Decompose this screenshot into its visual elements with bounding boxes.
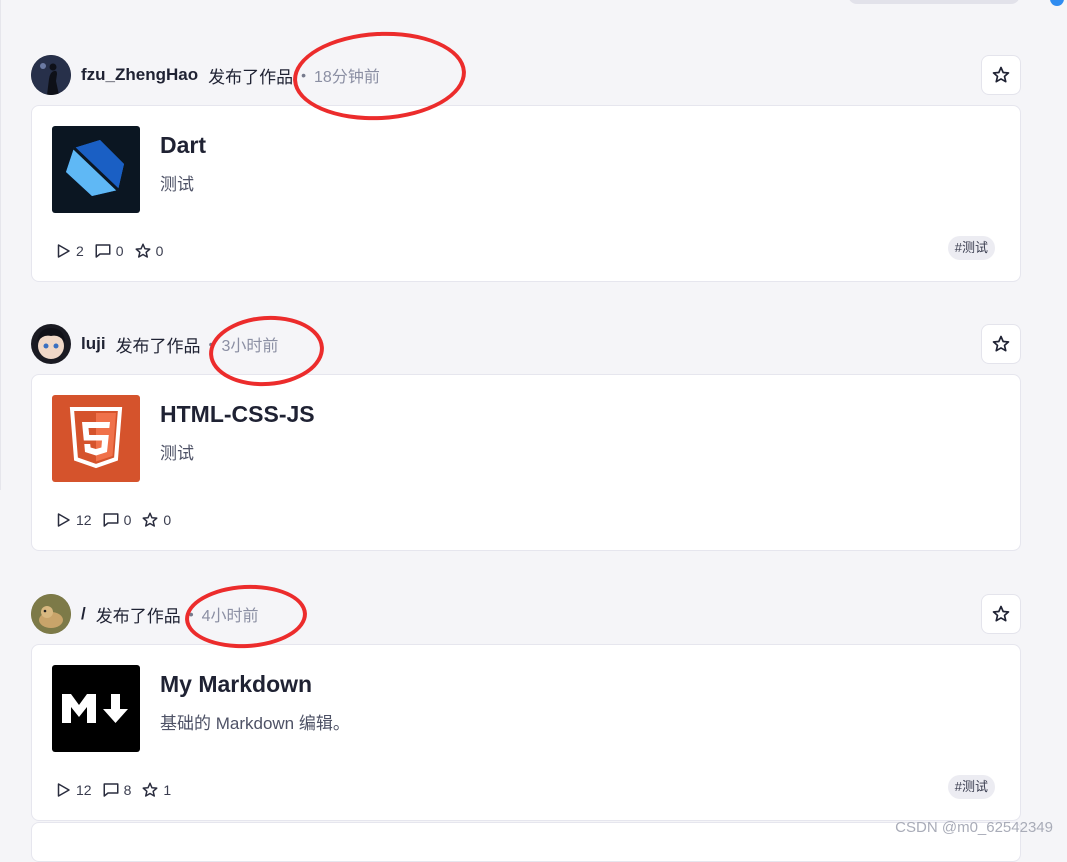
star-icon bbox=[142, 782, 158, 797]
star-count-value: 1 bbox=[163, 782, 172, 798]
feed-item: luji 发布了作品 • 3小时前 HTML-CSS-JS 测试 12 0 0 bbox=[31, 324, 1021, 551]
project-stats: 12 0 0 bbox=[54, 511, 181, 529]
star-count-value: 0 bbox=[163, 512, 172, 528]
comment-icon bbox=[95, 244, 111, 258]
post-time: 4小时前 bbox=[201, 608, 259, 625]
star-count[interactable]: 0 bbox=[134, 242, 164, 260]
top-avatar-edge[interactable] bbox=[1050, 0, 1064, 6]
play-icon bbox=[57, 783, 70, 797]
favorite-button[interactable] bbox=[981, 55, 1021, 95]
avatar[interactable] bbox=[31, 324, 71, 364]
divider bbox=[0, 0, 1, 490]
markdown-logo bbox=[52, 665, 140, 752]
comment-icon bbox=[103, 783, 119, 797]
comment-icon bbox=[103, 513, 119, 527]
play-icon bbox=[57, 244, 70, 258]
action-text: 发布了作品 bbox=[115, 336, 201, 356]
author-name[interactable]: luji bbox=[81, 334, 106, 354]
project-card[interactable] bbox=[31, 822, 1021, 862]
project-tag[interactable]: #测试 bbox=[947, 236, 995, 260]
action-text: 发布了作品 bbox=[208, 67, 294, 87]
comment-count-value: 0 bbox=[115, 243, 124, 259]
project-title[interactable]: My Markdown bbox=[160, 671, 312, 698]
feed-item-header: fzu_ZhengHao 发布了作品 • 18分钟前 bbox=[31, 55, 1021, 95]
play-count[interactable]: 2 bbox=[54, 242, 84, 260]
feed-item: fzu_ZhengHao 发布了作品 • 18分钟前 Dart 测试 2 0 0… bbox=[31, 55, 1021, 282]
feed-item-header: / 发布了作品 • 4小时前 bbox=[31, 594, 1021, 634]
project-card[interactable]: My Markdown 基础的 Markdown 编辑。 12 8 1 #测试 bbox=[31, 644, 1021, 821]
feed-item-header: luji 发布了作品 • 3小时前 bbox=[31, 324, 1021, 364]
star-icon bbox=[142, 512, 158, 527]
favorite-button[interactable] bbox=[981, 594, 1021, 634]
post-time: 3小时前 bbox=[221, 338, 279, 355]
separator-dot: • bbox=[188, 606, 194, 622]
play-count-value: 12 bbox=[76, 782, 92, 798]
comment-count[interactable]: 0 bbox=[94, 242, 124, 260]
play-icon bbox=[57, 513, 70, 527]
post-time: 18分钟前 bbox=[314, 69, 380, 86]
project-tag[interactable]: #测试 bbox=[947, 775, 995, 799]
comment-count-value: 0 bbox=[123, 512, 132, 528]
project-card[interactable]: Dart 测试 2 0 0 #测试 bbox=[31, 105, 1021, 282]
author-name[interactable]: / bbox=[81, 604, 86, 624]
star-icon bbox=[992, 66, 1010, 83]
avatar[interactable] bbox=[31, 55, 71, 95]
comment-count-value: 8 bbox=[123, 782, 132, 798]
play-count[interactable]: 12 bbox=[54, 781, 92, 799]
star-icon bbox=[135, 243, 151, 258]
favorite-button[interactable] bbox=[981, 324, 1021, 364]
project-stats: 12 8 1 bbox=[54, 781, 181, 799]
comment-count[interactable]: 0 bbox=[102, 511, 132, 529]
top-search-bar-edge[interactable] bbox=[848, 0, 1020, 4]
action-text: 发布了作品 bbox=[95, 606, 181, 626]
play-count-value: 12 bbox=[76, 512, 92, 528]
play-count[interactable]: 12 bbox=[54, 511, 92, 529]
star-count[interactable]: 0 bbox=[141, 511, 171, 529]
project-title[interactable]: HTML-CSS-JS bbox=[160, 401, 315, 428]
separator-dot: • bbox=[208, 336, 214, 352]
project-stats: 2 0 0 bbox=[54, 242, 173, 260]
star-count[interactable]: 1 bbox=[141, 781, 171, 799]
project-title[interactable]: Dart bbox=[160, 132, 206, 159]
project-description: 基础的 Markdown 编辑。 bbox=[160, 714, 350, 733]
star-icon bbox=[992, 605, 1010, 622]
avatar[interactable] bbox=[31, 594, 71, 634]
project-description: 测试 bbox=[160, 444, 194, 463]
separator-dot: • bbox=[301, 67, 307, 83]
html5-logo bbox=[52, 395, 140, 482]
play-count-value: 2 bbox=[76, 243, 84, 259]
project-card[interactable]: HTML-CSS-JS 测试 12 0 0 bbox=[31, 374, 1021, 551]
comment-count[interactable]: 8 bbox=[102, 781, 132, 799]
project-description: 测试 bbox=[160, 175, 194, 194]
feed-item: / 发布了作品 • 4小时前 My Markdown 基础的 Markdown … bbox=[31, 594, 1021, 821]
author-name[interactable]: fzu_ZhengHao bbox=[81, 65, 198, 85]
star-icon bbox=[992, 335, 1010, 352]
watermark: CSDN @m0_62542349 bbox=[895, 819, 1053, 836]
star-count-value: 0 bbox=[155, 243, 164, 259]
dart-logo bbox=[52, 126, 140, 213]
